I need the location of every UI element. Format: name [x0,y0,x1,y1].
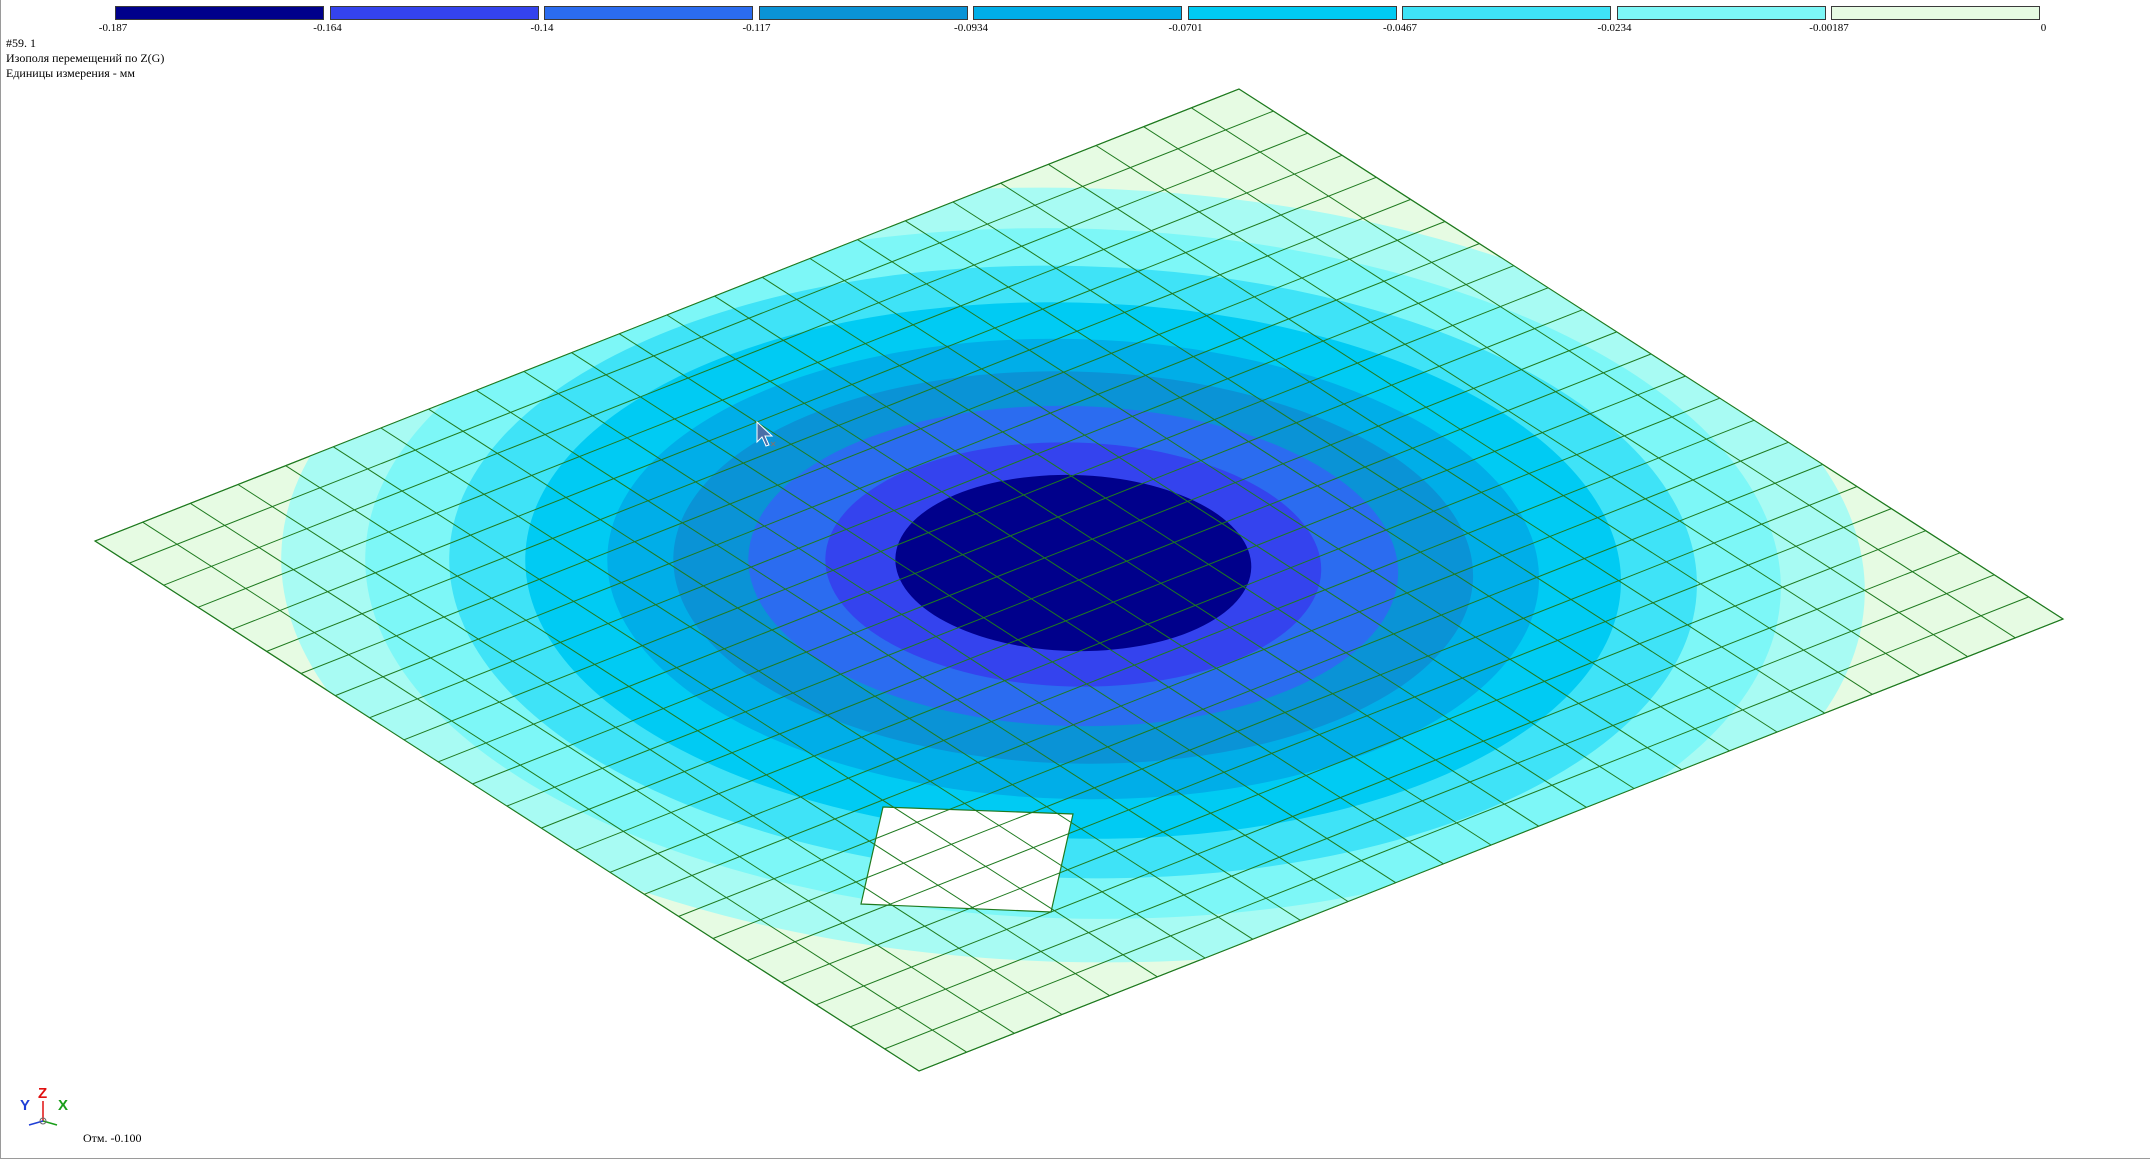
elevation-label: Отм. -0.100 [83,1131,142,1145]
displacement-contour-plot[interactable] [1,0,2150,1159]
z-axis-label: Z [38,1085,48,1102]
x-axis-label: X [58,1097,69,1114]
graphics-viewport[interactable]: -0.187 -0.164 -0.14 -0.117 -0.0934 -0.0701 -0.… [0,0,2150,1159]
plate-opening [860,806,1074,913]
y-axis-label: Y [20,1097,31,1114]
axis-triad-icon: Z Y X [15,1085,75,1131]
